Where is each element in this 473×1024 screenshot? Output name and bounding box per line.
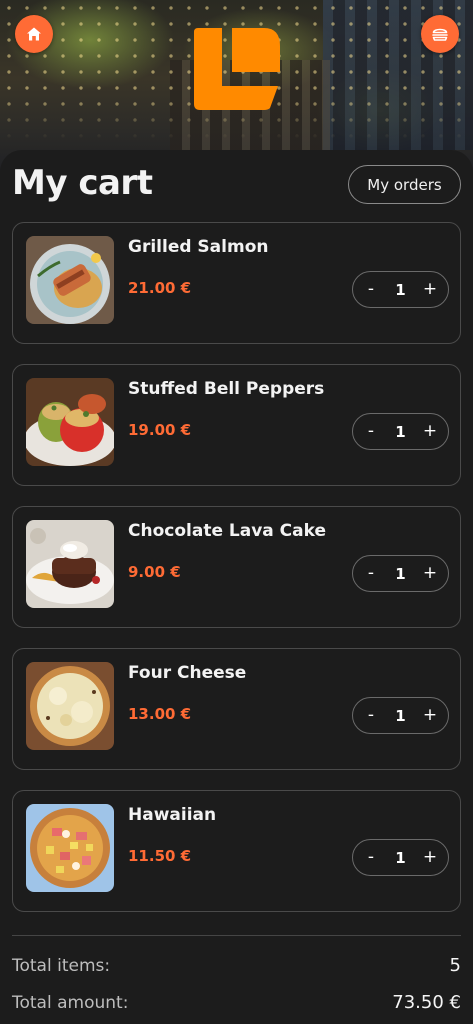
menu-button[interactable] <box>421 15 459 53</box>
total-items-label: Total items: <box>12 956 111 976</box>
increase-button[interactable]: + <box>422 849 438 866</box>
quantity-value: 1 <box>395 848 406 867</box>
cart-item: Grilled Salmon 21.00 € - 1 + <box>12 222 461 344</box>
quantity-stepper: - 1 + <box>352 839 449 876</box>
food-image-stuffed-peppers <box>26 378 114 466</box>
total-amount-value: 73.50 € <box>392 992 461 1013</box>
quantity-value: 1 <box>395 280 406 299</box>
increase-button[interactable]: + <box>422 423 438 440</box>
restaurant-logo <box>194 28 280 110</box>
totals-divider <box>12 935 461 936</box>
item-name: Stuffed Bell Peppers <box>128 379 325 399</box>
quantity-stepper: - 1 + <box>352 555 449 592</box>
total-items-value: 5 <box>449 955 461 976</box>
burger-icon <box>432 28 448 41</box>
item-name: Grilled Salmon <box>128 237 269 257</box>
my-orders-button[interactable]: My orders <box>348 165 461 204</box>
item-name: Hawaiian <box>128 805 217 825</box>
item-price: 13.00 € <box>128 705 192 723</box>
food-image-four-cheese-pizza <box>26 662 114 750</box>
item-price: 9.00 € <box>128 563 181 581</box>
quantity-value: 1 <box>395 706 406 725</box>
item-price: 19.00 € <box>128 421 192 439</box>
cart-item: Hawaiian 11.50 € - 1 + <box>12 790 461 912</box>
cart-item: Stuffed Bell Peppers 19.00 € - 1 + <box>12 364 461 486</box>
cart-item: Four Cheese 13.00 € - 1 + <box>12 648 461 770</box>
home-icon <box>27 27 41 41</box>
increase-button[interactable]: + <box>422 707 438 724</box>
cart-item: Chocolate Lava Cake 9.00 € - 1 + <box>12 506 461 628</box>
decrease-button[interactable]: - <box>363 281 379 298</box>
decrease-button[interactable]: - <box>363 707 379 724</box>
decrease-button[interactable]: - <box>363 565 379 582</box>
page-title: My cart <box>12 163 153 203</box>
food-image-lava-cake <box>26 520 114 608</box>
increase-button[interactable]: + <box>422 565 438 582</box>
item-name: Four Cheese <box>128 663 247 683</box>
quantity-stepper: - 1 + <box>352 697 449 734</box>
item-price: 21.00 € <box>128 279 192 297</box>
food-image-hawaiian-pizza <box>26 804 114 892</box>
total-amount-label: Total amount: <box>12 993 129 1013</box>
quantity-value: 1 <box>395 564 406 583</box>
quantity-stepper: - 1 + <box>352 271 449 308</box>
food-image-grilled-salmon <box>26 236 114 324</box>
home-button[interactable] <box>15 15 53 53</box>
item-price: 11.50 € <box>128 847 192 865</box>
decrease-button[interactable]: - <box>363 423 379 440</box>
item-name: Chocolate Lava Cake <box>128 521 326 541</box>
quantity-value: 1 <box>395 422 406 441</box>
decrease-button[interactable]: - <box>363 849 379 866</box>
quantity-stepper: - 1 + <box>352 413 449 450</box>
increase-button[interactable]: + <box>422 281 438 298</box>
